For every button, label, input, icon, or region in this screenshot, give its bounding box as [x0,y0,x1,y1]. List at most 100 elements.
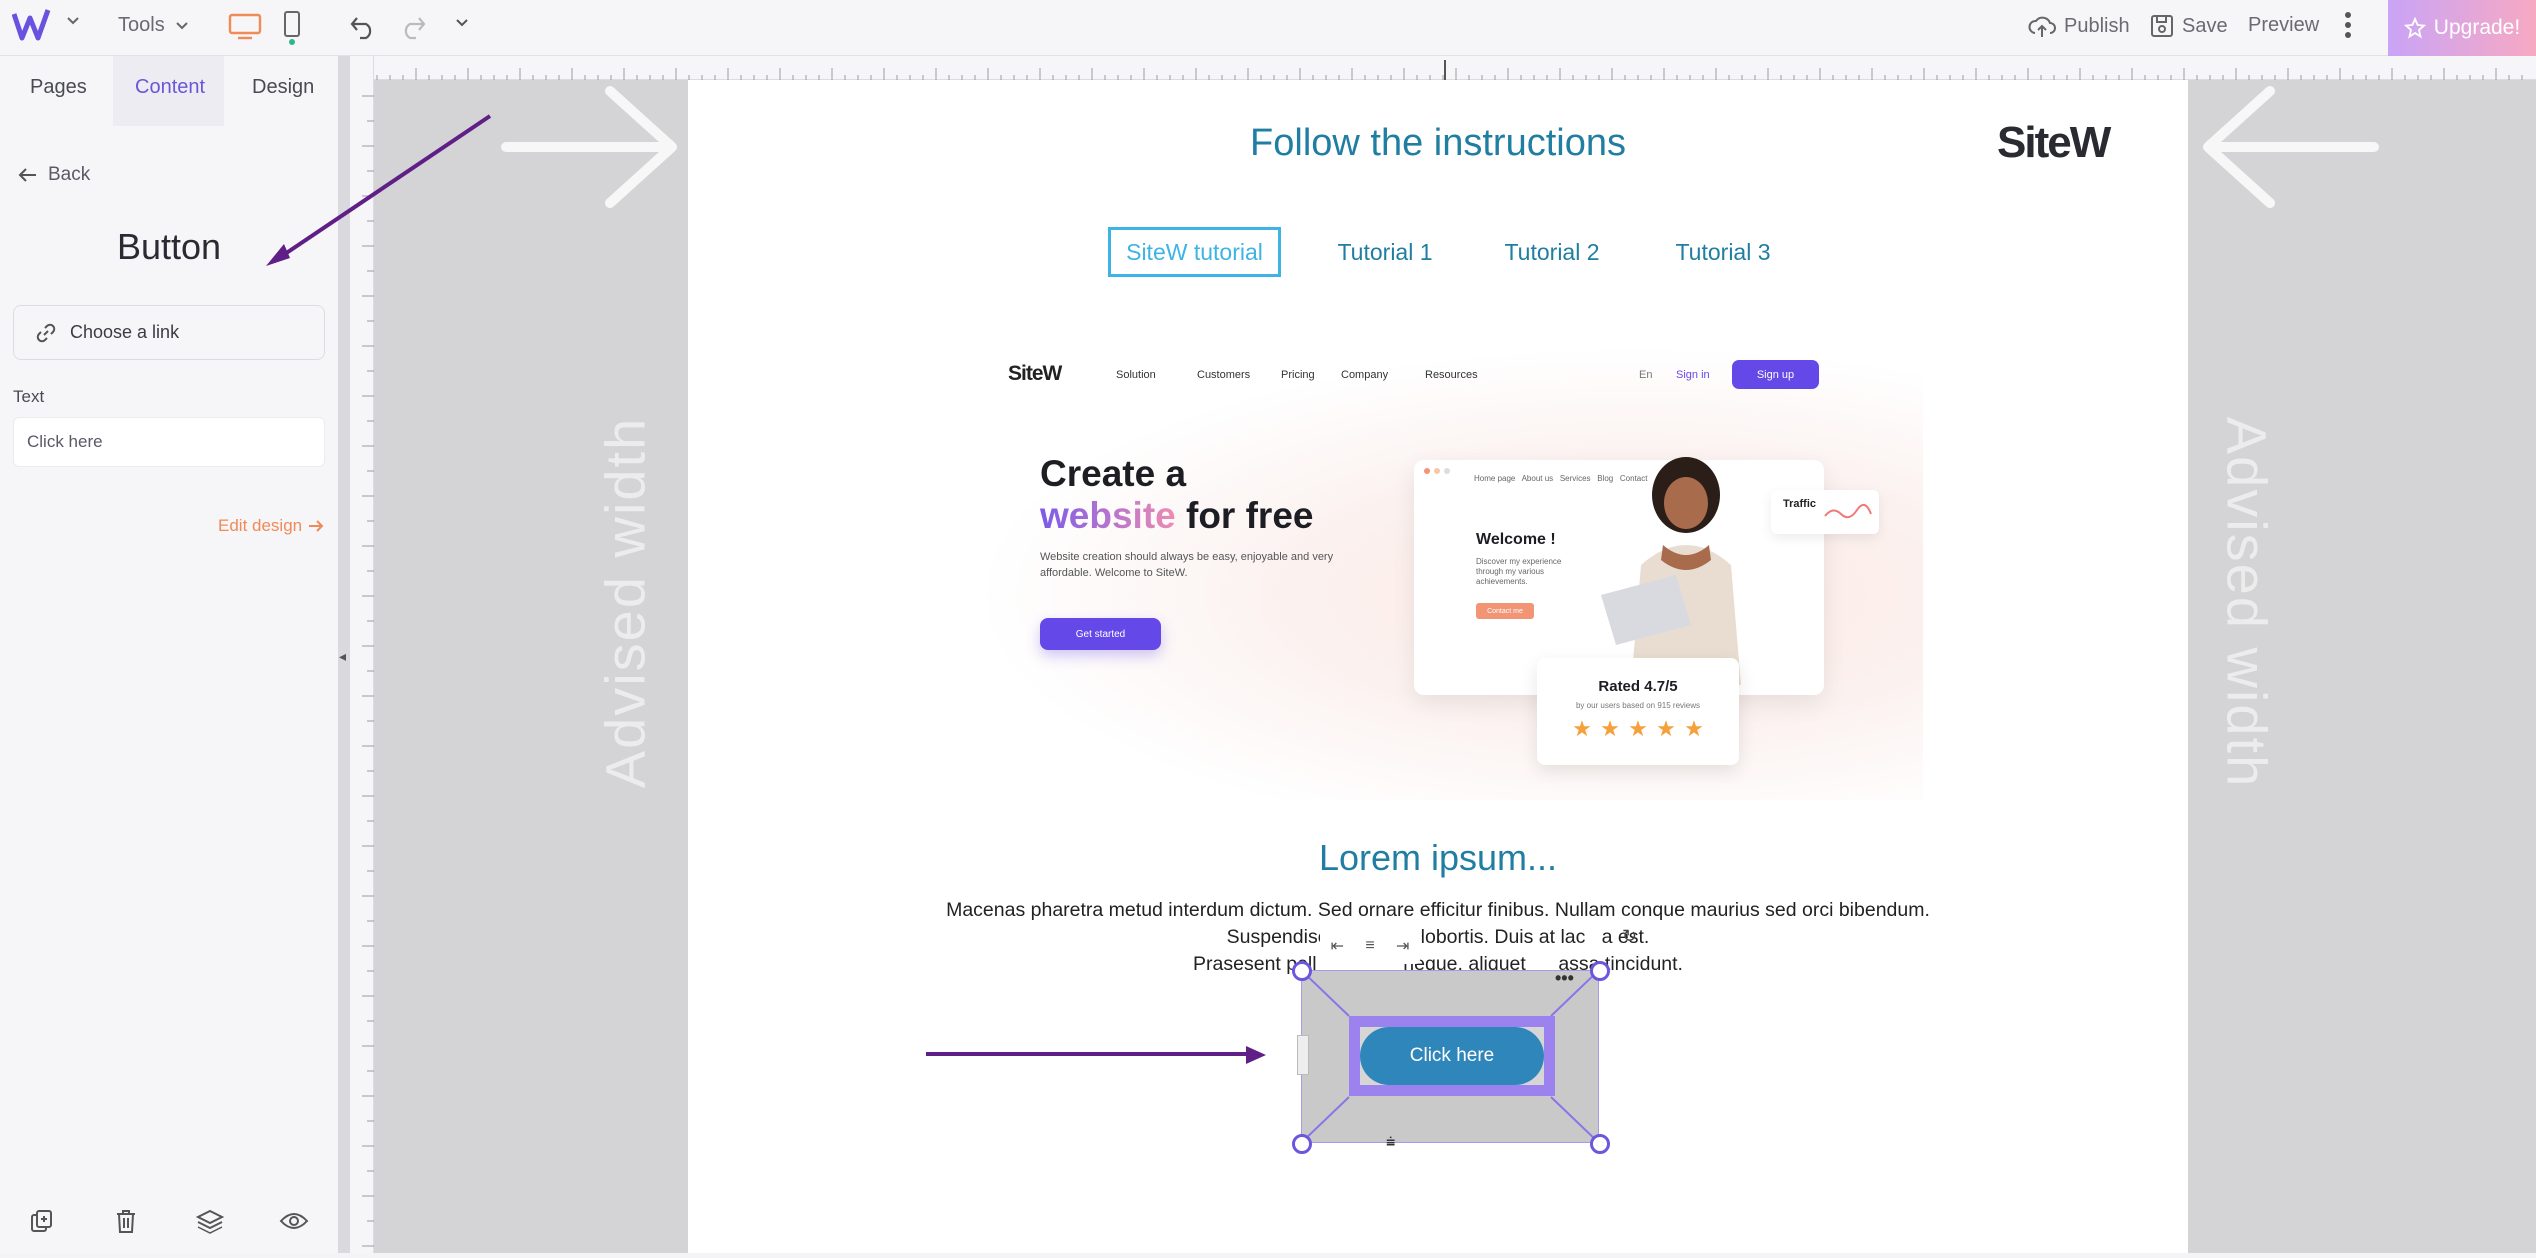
logo-menu-chevron-icon[interactable] [66,16,80,26]
history-chevron-icon[interactable] [455,18,469,28]
lorem-line-1: Macenas pharetra metud interdum dictum. … [946,899,1930,921]
hero-get-started-button: Get started [1040,618,1161,650]
redo-icon[interactable] [398,12,428,40]
mock-welcome-sub: Discover my experience through my variou… [1476,557,1562,586]
tab-design[interactable]: Design [252,76,314,99]
hero-headline-line1: Create a [1040,453,1187,494]
hero-nav-customers: Customers [1197,369,1251,381]
preview-button[interactable]: Preview [2248,14,2319,37]
element-settings-icon[interactable]: ⩧ [1386,1134,1395,1152]
traffic-sparkline-icon [1824,503,1872,519]
page-title[interactable]: Follow the instructions [688,122,2188,165]
mock-contact-button: Contact me [1476,603,1534,619]
edit-design-link[interactable]: Edit design [218,516,324,536]
mock-welcome: Welcome ! [1476,531,1556,548]
hero-nav-company: Company [1341,369,1389,381]
choose-link-field[interactable]: Choose a link [13,305,325,360]
duplicate-icon[interactable] [22,1201,62,1241]
resize-handle-bottom-right[interactable] [1590,1134,1610,1154]
button-text-input[interactable]: Click here [13,417,325,467]
tab-tutorial-3[interactable]: Tutorial 3 [1663,227,1783,277]
annotation-arrow-to-button [926,1046,1266,1064]
rating-title: Rated 4.7/5 [1598,678,1678,695]
trash-icon[interactable] [106,1201,146,1241]
star-icon: ★ [1656,716,1676,741]
publish-button[interactable]: Publish [2028,13,2130,39]
mock-nav-about: About us [1521,474,1554,483]
element-more-options-icon[interactable]: ••• [1555,968,1574,989]
advised-width-right-label: Advised width [2215,416,2279,789]
tools-label: Tools [118,14,165,36]
rating-stars: ★ ★ ★ ★ ★ [1537,718,1739,740]
save-label: Save [2182,14,2228,37]
hero-nav-resources: Resources [1425,369,1478,381]
arrow-right-outline-icon [501,86,677,208]
hero-subtext: Website creation should always be easy, … [1040,551,1334,579]
cloud-upload-icon [2028,16,2056,37]
undo-icon[interactable] [348,12,378,40]
back-label: Back [48,164,91,185]
arrow-left-icon [18,168,36,182]
tab-pages[interactable]: Pages [30,76,87,99]
upgrade-button[interactable]: Upgrade! [2388,0,2536,56]
align-right-icon[interactable]: ⇥ [1396,936,1409,956]
hero-signup-button: Sign up [1732,360,1819,389]
hero-headline: Create a website for free [1040,453,1313,537]
align-left-icon[interactable]: ⇤ [1331,936,1344,956]
star-icon: ★ [1572,716,1592,741]
top-ruler [350,56,2536,80]
eye-icon[interactable] [274,1201,314,1241]
lorem-paragraph[interactable]: Macenas pharetra metud interdum dictum. … [688,897,2188,978]
more-options-icon[interactable] [2344,10,2352,40]
choose-link-label: Choose a link [70,322,180,342]
click-here-button[interactable]: Click here [1360,1027,1544,1085]
back-button[interactable]: Back [18,164,90,186]
rating-card: Rated 4.7/5 by our users based on 915 re… [1537,658,1739,765]
window-dots-icon [1424,468,1450,474]
resize-handle-top-left[interactable] [1292,961,1312,981]
traffic-label: Traffic [1783,498,1817,510]
chevron-down-icon [175,21,188,29]
resize-handle-bottom-left[interactable] [1292,1134,1312,1154]
tools-menu[interactable]: Tools [118,14,189,37]
brand-logo-text: SiteW [1997,118,2111,167]
layers-icon[interactable] [190,1201,230,1241]
tab-sitew-tutorial[interactable]: SiteW tutorial [1108,227,1281,277]
rotate-icon[interactable]: ↻ [1622,926,1637,947]
top-ruler-ticks [363,60,2523,80]
star-icon: ★ [1628,716,1648,741]
tab-tutorial-1[interactable]: Tutorial 1 [1325,227,1445,277]
mobile-view-icon[interactable] [282,10,302,46]
mock-nav-home: Home page [1474,474,1516,483]
publish-label: Publish [2064,14,2130,37]
preview-label: Preview [2248,14,2320,36]
annotation-arrow-to-title [266,114,492,266]
hero-headline-line2: website for free [1040,495,1313,537]
lorem-heading[interactable]: Lorem ipsum... [688,837,2188,879]
woman-with-laptop-illustration [1601,457,1741,685]
hero-nav-pricing: Pricing [1281,369,1315,381]
upgrade-label: Upgrade! [2433,16,2521,39]
advised-width-left-label: Advised width [593,416,657,789]
rating-subtitle: by our users based on 915 reviews [1575,701,1701,710]
hero-lang: En [1639,369,1653,381]
save-button[interactable]: Save [2150,13,2228,39]
sitew-logo-icon[interactable] [11,8,52,49]
drag-handle-icon[interactable] [1297,1035,1309,1075]
text-field-label: Text [13,387,45,406]
traffic-widget: Traffic [1771,490,1879,534]
arrow-left-outline-icon [2203,86,2379,208]
tab-tutorial-2[interactable]: Tutorial 2 [1492,227,1612,277]
star-icon: ★ [1684,716,1704,741]
sitew-brand-logo[interactable]: SiteW [1997,118,2111,168]
hero-signin: Sign in [1676,369,1710,381]
collapse-panel-icon[interactable]: ◂ [339,648,346,665]
desktop-view-icon[interactable] [228,12,262,40]
tab-content[interactable]: Content [135,76,205,99]
resize-handle-top-right[interactable] [1590,961,1610,981]
floppy-disk-icon [2151,15,2173,37]
align-center-icon[interactable]: ≡ [1365,937,1374,955]
text-align-toolbar: ⇤ ≡ ⇥ [1320,928,1420,964]
hero-screenshot-image[interactable]: SiteW Solution Customers Pricing Company… [971,345,1923,800]
link-icon [36,323,56,342]
